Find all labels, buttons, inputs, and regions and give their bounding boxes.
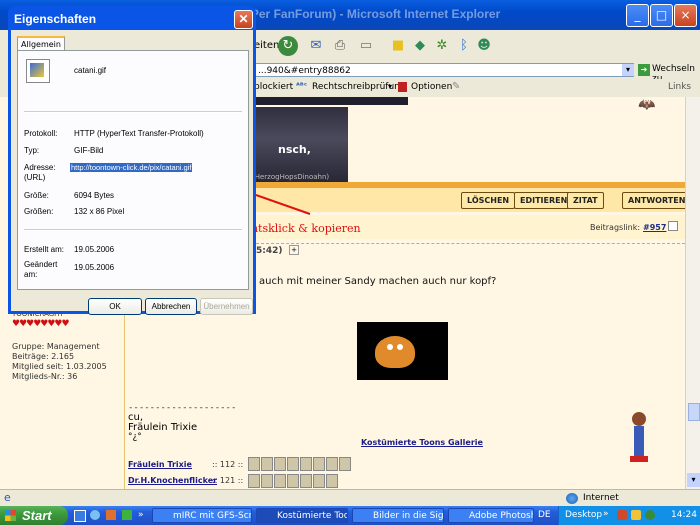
task-ie[interactable]: Kostümierte Toon... [256, 508, 348, 523]
dialog-close-button[interactable]: ✕ [234, 10, 253, 29]
quicklaunch-media-icon[interactable] [106, 510, 116, 520]
size-value: 6094 Bytes [74, 191, 115, 200]
tab-panel: catani.gif Protokoll: HTTP (HyperText Tr… [17, 50, 249, 290]
status-bar: e Internet [0, 489, 700, 507]
desktop-toolbar-label[interactable]: Desktop [565, 510, 602, 520]
language-indicator[interactable]: DE [538, 510, 551, 520]
created-label: Erstellt am: [24, 245, 65, 254]
quicklaunch-ie-icon[interactable] [90, 510, 100, 520]
gif-file-icon [26, 59, 50, 83]
chevron-right-icon[interactable]: » [603, 509, 609, 519]
task-mirc[interactable]: mIRC mit GFS-Scri... [152, 508, 252, 523]
ok-button[interactable]: OK [88, 298, 142, 315]
divider [24, 229, 242, 231]
dialog-title-bar[interactable]: Eigenschaften ✕ [8, 6, 256, 30]
size-label: Größe: [24, 191, 49, 200]
clock: 14:24 [671, 510, 697, 520]
tray-icon[interactable] [631, 510, 641, 520]
divider [24, 111, 242, 113]
quicklaunch-desktop-icon[interactable] [74, 510, 86, 522]
created-value: 19.05.2006 [74, 245, 115, 254]
protocol-label: Protokoll: [24, 129, 58, 138]
task-photoshop[interactable]: Adobe Photoshop [448, 508, 534, 523]
modified-value: 19.05.2006 [74, 263, 115, 272]
task-signature[interactable]: Bilder in die Signat... [352, 508, 444, 523]
ie-page-icon: e [4, 491, 11, 504]
type-label: Typ: [24, 146, 40, 155]
taskbar: Start » mIRC mit GFS-Scri... Kostümierte… [0, 506, 700, 525]
quicklaunch-app-icon[interactable] [122, 510, 132, 520]
address-url-value[interactable]: http://toontown-click.de/pix/catani.gif [70, 163, 193, 172]
cancel-button[interactable]: Abbrechen [145, 298, 197, 315]
system-tray: Desktop » 14:24 [558, 506, 700, 525]
dialog-body: Allgemein catani.gif Protokoll: HTTP (Hy… [11, 30, 253, 315]
tray-icon[interactable] [617, 510, 627, 520]
zone-label: Internet [583, 493, 619, 503]
dimensions-label: Größen: [24, 207, 54, 216]
protocol-value: HTTP (HyperText Transfer-Protokoll) [74, 129, 204, 138]
file-name: catani.gif [74, 66, 107, 75]
type-value: GIF-Bild [74, 146, 104, 155]
modified-label: Geändert am: [24, 260, 58, 279]
dialog-title: Eigenschaften [14, 12, 97, 26]
tray-icon[interactable] [645, 510, 655, 520]
dimensions-value: 132 x 86 Pixel [74, 207, 125, 216]
properties-dialog: Eigenschaften ✕ Allgemein catani.gif Pro… [8, 6, 256, 315]
windows-logo-icon [5, 510, 16, 521]
address-label: Adresse: (URL) [24, 163, 56, 182]
chevron-right-icon[interactable]: » [138, 510, 148, 520]
apply-button[interactable]: Übernehmen [200, 298, 253, 315]
globe-icon [566, 493, 578, 504]
